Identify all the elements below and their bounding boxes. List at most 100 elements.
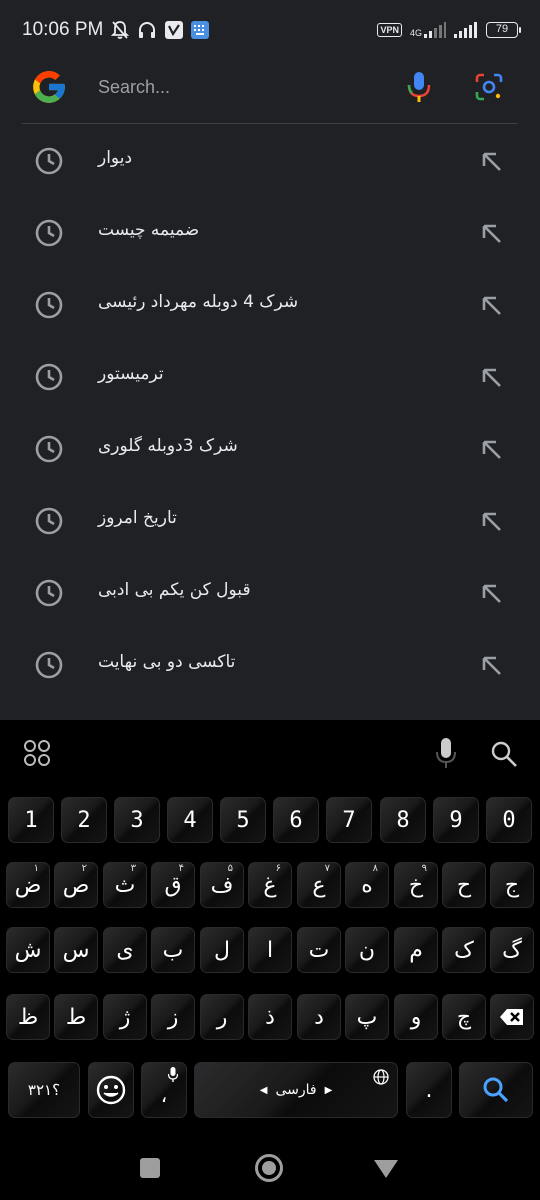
- fill-query-arrow-icon[interactable]: [478, 220, 504, 246]
- recents-button[interactable]: [140, 1158, 160, 1178]
- history-clock-icon: [35, 291, 63, 319]
- keyboard-menu-icon[interactable]: [22, 738, 52, 768]
- key-letter[interactable]: چ: [442, 994, 486, 1040]
- key-letter[interactable]: ت: [297, 927, 341, 973]
- signal-4g: 4G: [410, 22, 446, 38]
- fill-query-arrow-icon[interactable]: [478, 436, 504, 462]
- symbols-key[interactable]: ؟۳۲۱: [8, 1062, 80, 1118]
- key-label: ف: [210, 872, 234, 898]
- status-time: 10:06 PM: [22, 19, 104, 40]
- home-button[interactable]: [255, 1154, 283, 1182]
- key-2[interactable]: 2: [61, 797, 107, 843]
- key-letter[interactable]: ذ: [248, 994, 292, 1040]
- key-letter[interactable]: م: [394, 927, 438, 973]
- key-letter[interactable]: ی: [103, 927, 147, 973]
- suggestion-item[interactable]: دیوار: [0, 124, 540, 196]
- keyboard-search-icon[interactable]: [490, 740, 518, 768]
- key-letter[interactable]: ژ: [103, 994, 147, 1040]
- period-key[interactable]: .: [406, 1062, 452, 1118]
- backspace-key[interactable]: [490, 994, 534, 1040]
- app-v-icon: [165, 21, 184, 39]
- key-0[interactable]: 0: [486, 797, 532, 843]
- history-clock-icon: [35, 507, 63, 535]
- key-letter[interactable]: س: [54, 927, 98, 973]
- emoji-icon: [96, 1075, 126, 1105]
- key-9[interactable]: 9: [433, 797, 479, 843]
- key-letter[interactable]: ل: [200, 927, 244, 973]
- fill-query-arrow-icon[interactable]: [478, 148, 504, 174]
- signal-bars-icon: [424, 22, 446, 38]
- key-4[interactable]: 4: [167, 797, 213, 843]
- key-label: ق: [164, 872, 182, 898]
- key-letter[interactable]: ص۲: [54, 862, 98, 908]
- history-clock-icon: [35, 435, 63, 463]
- voice-search-mic-icon[interactable]: [404, 68, 434, 106]
- search-enter-key[interactable]: [459, 1062, 533, 1118]
- key-letter[interactable]: ف۵: [200, 862, 244, 908]
- status-notification-icons: [111, 20, 210, 40]
- key-letter[interactable]: غ۶: [248, 862, 292, 908]
- suggestion-item[interactable]: تاکسی دو بی نهایت: [0, 628, 540, 700]
- fill-query-arrow-icon[interactable]: [478, 508, 504, 534]
- system-nav-bar: [0, 1130, 540, 1200]
- language-next-icon: ▶: [324, 1084, 333, 1096]
- fill-query-arrow-icon[interactable]: [478, 652, 504, 678]
- history-clock-icon: [35, 363, 63, 391]
- key-6[interactable]: 6: [273, 797, 319, 843]
- key-letter[interactable]: ج: [490, 862, 534, 908]
- suggestion-item[interactable]: ترمیستور: [0, 340, 540, 412]
- suggestion-item[interactable]: تاریخ امروز: [0, 484, 540, 556]
- back-button[interactable]: [374, 1160, 398, 1178]
- suggestion-item[interactable]: شرک 3دوبله گلوری: [0, 412, 540, 484]
- key-letter[interactable]: ن: [345, 927, 389, 973]
- suggestion-text: دیوار: [98, 148, 133, 168]
- key-letter[interactable]: ط: [54, 994, 98, 1040]
- suggestion-item[interactable]: شرک 4 دوبله مهرداد رئیسی: [0, 268, 540, 340]
- key-3[interactable]: 3: [114, 797, 160, 843]
- suggestion-text: تاریخ امروز: [98, 508, 177, 528]
- key-letter[interactable]: ح: [442, 862, 486, 908]
- key-letter[interactable]: و: [394, 994, 438, 1040]
- key-7[interactable]: 7: [326, 797, 372, 843]
- search-icon: [483, 1077, 509, 1103]
- key-letter[interactable]: ظ: [6, 994, 50, 1040]
- key-letter[interactable]: ش: [6, 927, 50, 973]
- fill-query-arrow-icon[interactable]: [478, 364, 504, 390]
- comma-key[interactable]: ،: [141, 1062, 187, 1118]
- search-input[interactable]: [98, 68, 378, 106]
- key-hint: ۲: [81, 863, 87, 874]
- key-letter[interactable]: پ: [345, 994, 389, 1040]
- key-letter[interactable]: ر: [200, 994, 244, 1040]
- key-letter[interactable]: ع۷: [297, 862, 341, 908]
- suggestion-text: ترمیستور: [98, 364, 164, 384]
- key-hint: ۹: [421, 863, 427, 874]
- key-5[interactable]: 5: [220, 797, 266, 843]
- google-lens-icon[interactable]: [474, 70, 504, 104]
- search-header: [0, 60, 540, 124]
- key-letter[interactable]: ز: [151, 994, 195, 1040]
- key-letter[interactable]: د: [297, 994, 341, 1040]
- key-1[interactable]: 1: [8, 797, 54, 843]
- emoji-key[interactable]: [88, 1062, 134, 1118]
- key-letter[interactable]: ه۸: [345, 862, 389, 908]
- key-8[interactable]: 8: [380, 797, 426, 843]
- key-letter[interactable]: ث۳: [103, 862, 147, 908]
- key-letter[interactable]: ق۴: [151, 862, 195, 908]
- key-letter[interactable]: ک: [442, 927, 486, 973]
- key-letter[interactable]: گ: [490, 927, 534, 973]
- comma-label: ،: [160, 1083, 168, 1107]
- key-letter[interactable]: ض۱: [6, 862, 50, 908]
- keyboard-voice-icon[interactable]: [434, 736, 458, 770]
- space-key[interactable]: ◀ فارسی ▶: [194, 1062, 398, 1118]
- status-bar: 10:06 PM VPN 4G 79: [0, 0, 540, 60]
- suggestion-item[interactable]: ضمیمه چیست: [0, 196, 540, 268]
- suggestion-item[interactable]: قبول کن یکم بی ادبی: [0, 556, 540, 628]
- key-letter[interactable]: خ۹: [394, 862, 438, 908]
- key-letter[interactable]: ب: [151, 927, 195, 973]
- key-letter[interactable]: ا: [248, 927, 292, 973]
- language-prev-icon: ◀: [259, 1084, 268, 1096]
- history-clock-icon: [35, 651, 63, 679]
- fill-query-arrow-icon[interactable]: [478, 580, 504, 606]
- fill-query-arrow-icon[interactable]: [478, 292, 504, 318]
- keyboard-toolbar: [0, 720, 540, 788]
